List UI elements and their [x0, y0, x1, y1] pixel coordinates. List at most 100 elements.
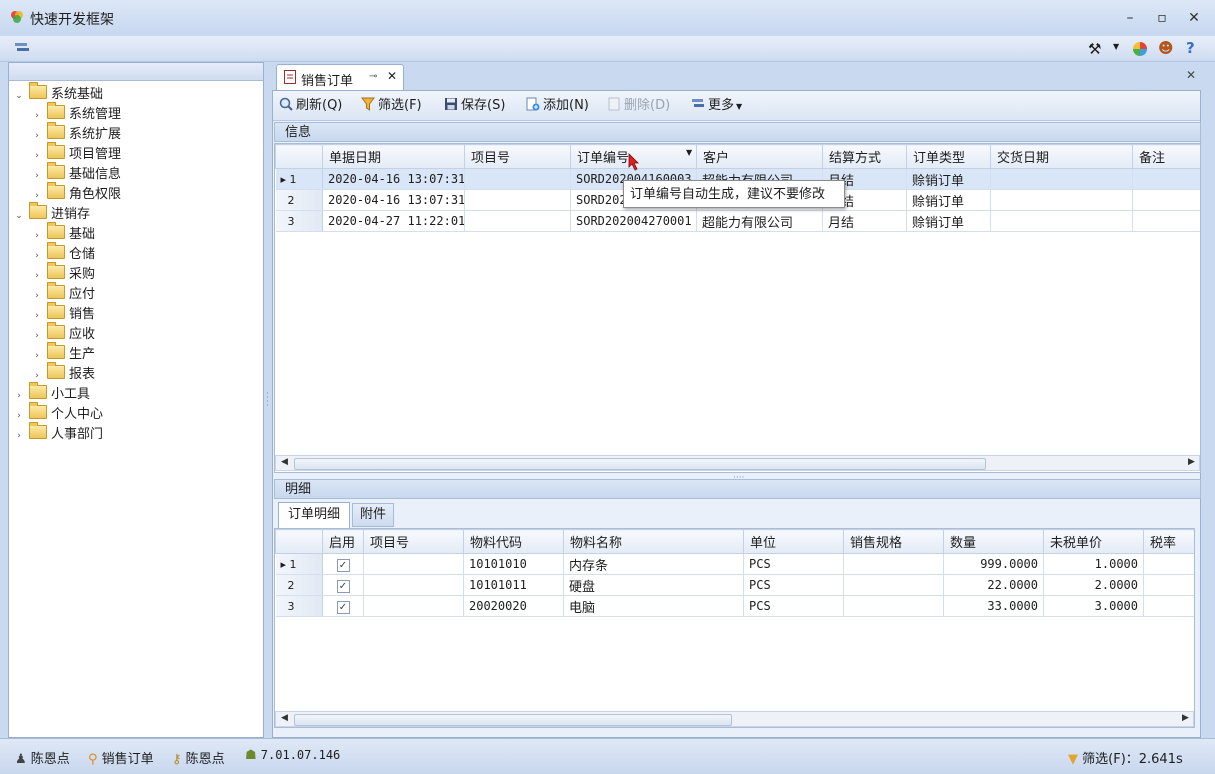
chevron-right-icon[interactable]: ›: [31, 226, 43, 246]
chevron-right-icon[interactable]: ›: [31, 106, 43, 126]
cell-delivery[interactable]: [990, 189, 1133, 211]
cell-project[interactable]: [464, 210, 571, 232]
cell-settle[interactable]: 月结: [822, 210, 907, 232]
refresh-button[interactable]: 刷新(Q): [279, 97, 342, 115]
tree-item[interactable]: › 报表: [13, 362, 261, 385]
scroll-thumb[interactable]: [294, 714, 732, 726]
chevron-right-icon[interactable]: ›: [31, 266, 43, 286]
table-row[interactable]: 3 ✓ 20020020电脑PCS 33.00003.00001: [275, 595, 1194, 617]
column-header[interactable]: 物料名称: [563, 529, 744, 554]
chevron-down-icon[interactable]: ⌄: [13, 86, 25, 106]
cell-price[interactable]: 1.0000: [1043, 553, 1144, 575]
add-button[interactable]: 添加(N): [526, 97, 589, 115]
cell-price[interactable]: 3.0000: [1043, 595, 1144, 617]
cell-code[interactable]: 10101011: [463, 574, 564, 596]
menu-icon[interactable]: [14, 41, 30, 55]
column-header[interactable]: 单据日期: [322, 144, 465, 169]
pin-icon[interactable]: ⊸: [369, 71, 377, 82]
scroll-left-icon[interactable]: ◀: [281, 713, 288, 723]
column-header[interactable]: 启用: [322, 529, 364, 554]
cell-qty[interactable]: 999.0000: [943, 553, 1044, 575]
user-settings-icon[interactable]: ☻: [1158, 39, 1174, 57]
chevron-right-icon[interactable]: ›: [31, 306, 43, 326]
help-icon[interactable]: ?: [1186, 39, 1195, 57]
column-header[interactable]: 交货日期: [990, 144, 1133, 169]
table-row[interactable]: 3 2020-04-27 11:22:01 SORD202004270001 超能力有…: [275, 210, 1200, 232]
checkbox[interactable]: ✓: [336, 558, 350, 572]
tab-order-detail[interactable]: 订单明细: [278, 502, 350, 528]
cell-tax[interactable]: 1: [1143, 595, 1194, 617]
cell-code[interactable]: 10101010: [463, 553, 564, 575]
cell-delivery[interactable]: [990, 168, 1133, 190]
cell-order[interactable]: SORD202004270001: [570, 210, 697, 232]
cell-price[interactable]: 2.0000: [1043, 574, 1144, 596]
detail-horizontal-scrollbar[interactable]: ◀ ▶: [275, 711, 1194, 727]
chevron-right-icon[interactable]: ›: [13, 406, 25, 426]
column-header[interactable]: 销售规格: [843, 529, 944, 554]
checkbox[interactable]: ✓: [336, 600, 350, 614]
chevron-right-icon[interactable]: ›: [31, 346, 43, 366]
chevron-right-icon[interactable]: ›: [31, 126, 43, 146]
tree-item[interactable]: › 小工具: [13, 382, 261, 406]
cell-project[interactable]: [464, 189, 571, 211]
cell-project[interactable]: [464, 168, 571, 190]
save-button[interactable]: 保存(S): [444, 97, 505, 115]
column-header[interactable]: 未税单价: [1043, 529, 1144, 554]
cell-enabled[interactable]: ✓: [322, 574, 364, 596]
cell-customer[interactable]: 超能力有限公司: [696, 210, 823, 232]
column-header[interactable]: 单位: [743, 529, 844, 554]
delete-button[interactable]: 删除(D): [607, 97, 670, 115]
sidebar-splitter[interactable]: · · · ·: [264, 62, 272, 738]
column-header[interactable]: 备注: [1132, 144, 1200, 169]
tab-sales-order[interactable]: 销售订单 ⊸ ✕: [276, 64, 404, 91]
scroll-thumb[interactable]: [294, 458, 986, 470]
close-window-button[interactable]: ✕: [1183, 8, 1205, 28]
column-header[interactable]: 客户: [696, 144, 823, 169]
maximize-button[interactable]: ▫: [1151, 8, 1173, 28]
scroll-left-icon[interactable]: ◀: [281, 457, 288, 467]
tree-item[interactable]: › 人事部门: [13, 422, 261, 446]
chevron-right-icon[interactable]: ›: [31, 166, 43, 186]
more-button[interactable]: 更多 ▼: [691, 97, 742, 115]
cell-note[interactable]: [1132, 210, 1200, 232]
tree-item[interactable]: › 角色权限: [13, 182, 261, 205]
cell-date[interactable]: 2020-04-16 13:07:31: [322, 189, 465, 211]
tools-icon[interactable]: ⚒: [1088, 40, 1106, 58]
sort-filter-icon[interactable]: ▼: [686, 148, 692, 157]
chevron-right-icon[interactable]: ›: [31, 246, 43, 266]
column-header[interactable]: 结算方式: [822, 144, 907, 169]
close-tab-icon[interactable]: ✕: [387, 69, 397, 83]
chevron-right-icon[interactable]: ›: [31, 286, 43, 306]
info-horizontal-scrollbar[interactable]: ◀ ▶: [275, 455, 1200, 471]
chevron-down-icon[interactable]: ▼: [1113, 42, 1119, 51]
cell-tax[interactable]: 1: [1143, 574, 1194, 596]
chevron-right-icon[interactable]: ›: [13, 386, 25, 406]
tree-item[interactable]: › 个人中心: [13, 402, 261, 426]
cell-type[interactable]: 赊销订单: [906, 210, 991, 232]
cell-qty[interactable]: 33.0000: [943, 595, 1044, 617]
chevron-right-icon[interactable]: ›: [31, 146, 43, 166]
cell-code[interactable]: 20020020: [463, 595, 564, 617]
cell-delivery[interactable]: [990, 210, 1133, 232]
minimize-button[interactable]: –: [1119, 8, 1141, 28]
scroll-right-icon[interactable]: ▶: [1182, 713, 1189, 723]
chevron-right-icon[interactable]: ›: [13, 426, 25, 446]
cell-project[interactable]: [363, 595, 464, 617]
table-row[interactable]: ▸ 1 ✓ 10101010内存条PCS 999.00001.00001: [275, 553, 1194, 575]
cell-type[interactable]: 赊销订单: [906, 189, 991, 211]
cell-type[interactable]: 赊销订单: [906, 168, 991, 190]
scroll-right-icon[interactable]: ▶: [1188, 457, 1195, 467]
cell-note[interactable]: [1132, 168, 1200, 190]
cell-enabled[interactable]: ✓: [322, 595, 364, 617]
tab-attachment[interactable]: 附件: [352, 503, 394, 527]
column-header[interactable]: 数量: [943, 529, 1044, 554]
table-row[interactable]: 2 ✓ 10101011硬盘PCS 22.00002.00001: [275, 574, 1194, 596]
column-header[interactable]: 物料代码: [463, 529, 564, 554]
cell-project[interactable]: [363, 574, 464, 596]
filter-button[interactable]: 筛选(F): [361, 97, 422, 115]
cell-unit[interactable]: PCS: [743, 574, 844, 596]
cell-qty[interactable]: 22.0000: [943, 574, 1044, 596]
cell-spec[interactable]: [843, 553, 944, 575]
checkbox[interactable]: ✓: [336, 579, 350, 593]
column-header[interactable]: 项目号: [464, 144, 571, 169]
